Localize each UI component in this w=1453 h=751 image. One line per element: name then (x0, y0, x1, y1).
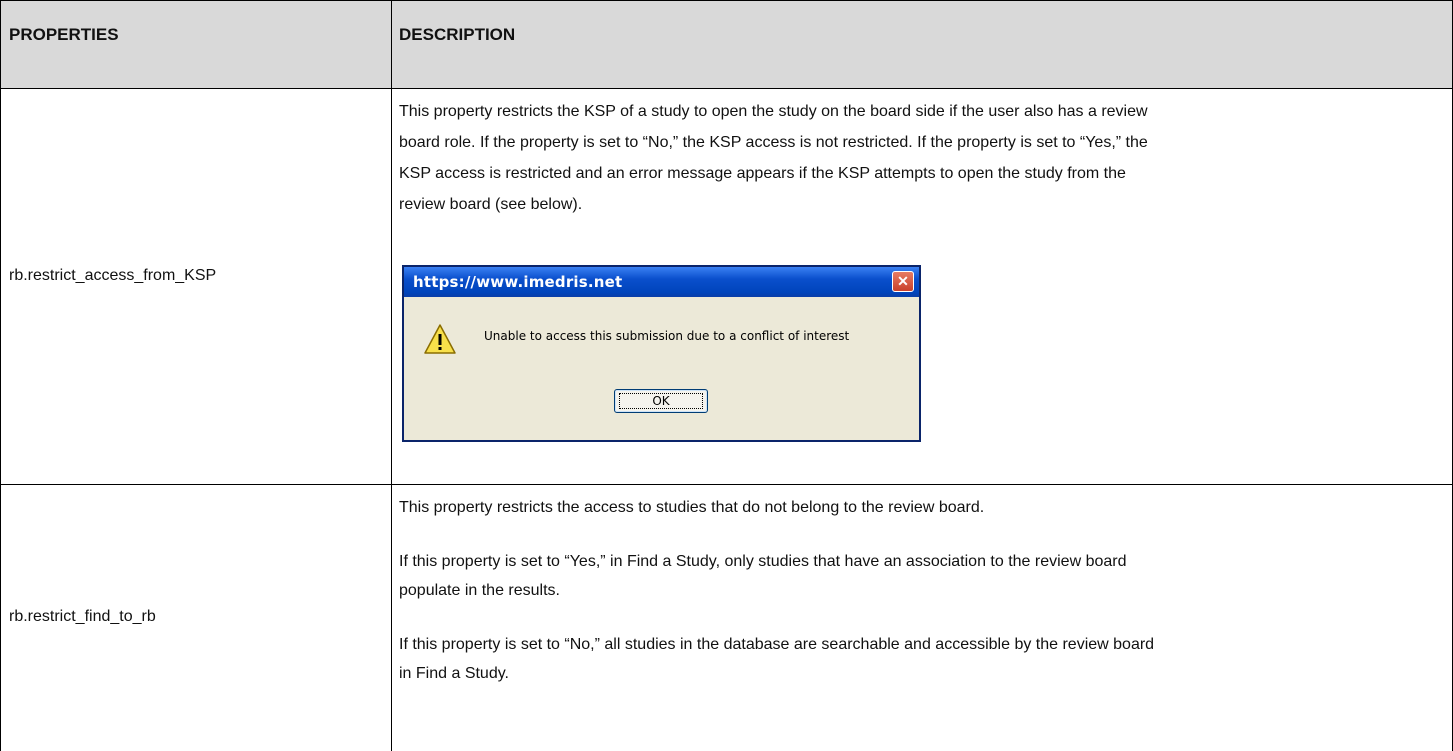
table-column-divider (391, 0, 392, 751)
warning-icon (424, 324, 456, 354)
description-line: in Find a Study. (399, 665, 509, 682)
table-border-left (0, 0, 1, 751)
header-description: DESCRIPTION (399, 25, 516, 44)
table-divider-header (0, 88, 1453, 89)
description-line: This property restricts the KSP of a stu… (399, 103, 1148, 120)
properties-table: PROPERTIES DESCRIPTION rb.restrict_acces… (0, 0, 1453, 751)
ok-button[interactable]: OK (614, 389, 708, 413)
table-header-row: PROPERTIES DESCRIPTION (0, 0, 1453, 88)
description-line: If this property is set to “Yes,” in Fin… (399, 553, 1127, 570)
description-line: board role. If the property is set to “N… (399, 134, 1148, 151)
property-name: rb.restrict_access_from_KSP (9, 267, 217, 284)
dialog-titlebar: https://www.imedris.net ✕ (404, 267, 919, 297)
description-line: This property restricts the access to st… (399, 499, 985, 516)
focus-outline (619, 393, 703, 409)
description-line: If this property is set to “No,” all stu… (399, 636, 1155, 653)
description-line: populate in the results. (399, 582, 560, 599)
table-divider-row (0, 484, 1453, 485)
table-border-top (0, 0, 1453, 1)
description-line: KSP access is restricted and an error me… (399, 165, 1126, 182)
dialog-title: https://www.imedris.net (413, 273, 623, 291)
property-name: rb.restrict_find_to_rb (9, 608, 156, 625)
dialog-message: Unable to access this submission due to … (484, 329, 850, 343)
error-dialog-screenshot: https://www.imedris.net ✕ Unable to acce… (402, 265, 921, 442)
close-icon[interactable]: ✕ (892, 271, 914, 292)
description-line: review board (see below). (399, 196, 583, 213)
header-properties: PROPERTIES (9, 25, 119, 44)
